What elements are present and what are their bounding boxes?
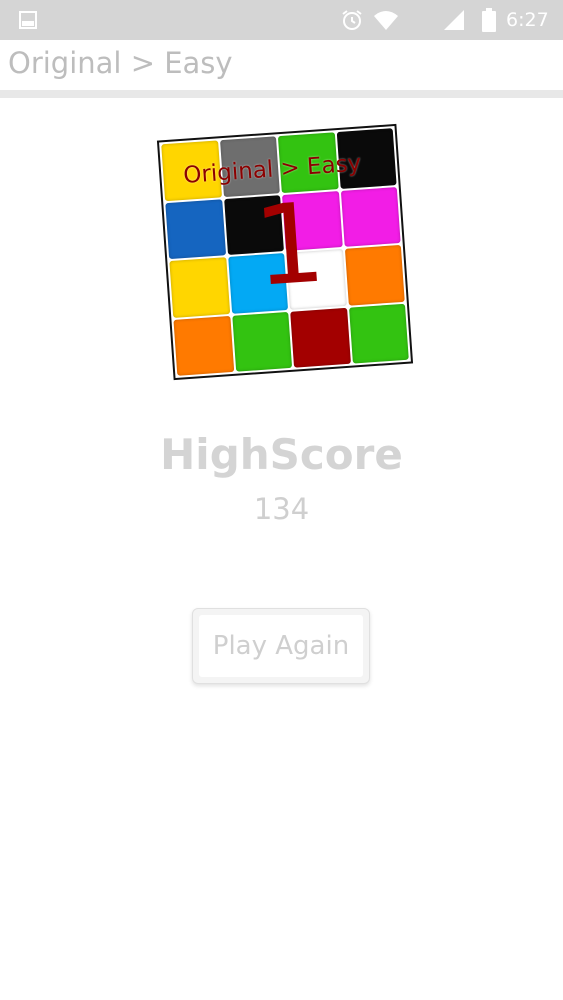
alarm-icon xyxy=(338,0,366,40)
puzzle-tile xyxy=(340,186,401,247)
play-again-label: Play Again xyxy=(199,615,363,677)
signal-icon xyxy=(440,0,468,40)
action-bar: Original > Easy xyxy=(0,40,563,90)
highscore-value: 134 xyxy=(253,492,310,526)
status-time: 6:27 xyxy=(506,9,549,31)
puzzle-tile xyxy=(231,311,293,372)
highscore-label: HighScore xyxy=(160,430,403,479)
puzzle-level-number: 1 xyxy=(250,178,329,311)
battery-icon xyxy=(476,0,502,40)
play-again-button[interactable]: Play Again xyxy=(192,608,370,684)
status-bar: 6:27 xyxy=(0,0,563,40)
notification-image-icon xyxy=(14,0,42,40)
puzzle-tile xyxy=(348,303,409,364)
puzzle-tile xyxy=(290,307,351,368)
game-over-screen: 6:27 Original > Easy Original > Easy 1 H… xyxy=(0,0,563,1000)
puzzle-tile xyxy=(344,244,405,306)
puzzle-tile xyxy=(165,198,226,260)
page-title: Original > Easy xyxy=(8,46,233,80)
wifi-icon xyxy=(372,0,400,40)
puzzle-preview: Original > Easy 1 xyxy=(156,123,414,381)
action-bar-divider xyxy=(0,90,563,98)
puzzle-tile xyxy=(173,315,234,376)
puzzle-tile xyxy=(169,257,230,318)
